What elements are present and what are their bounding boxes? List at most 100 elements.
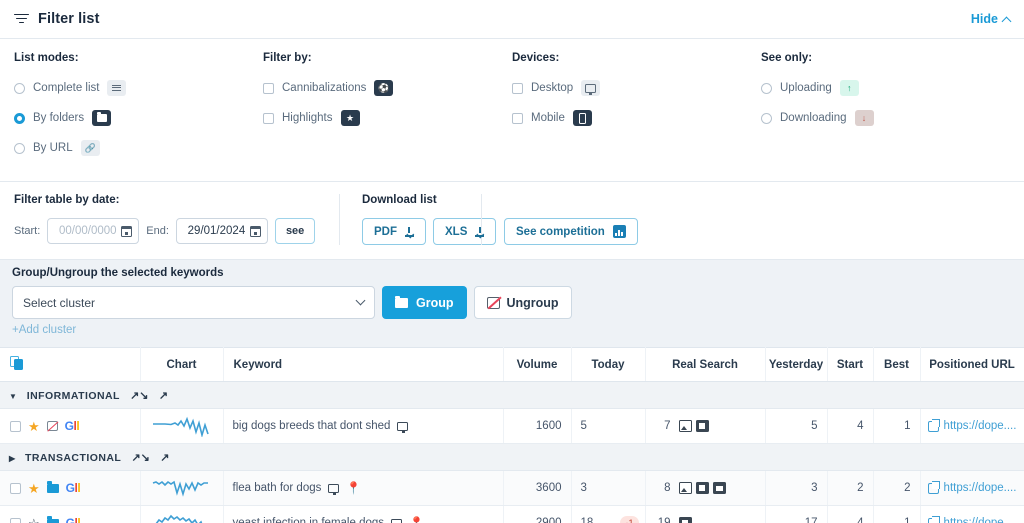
list-modes-column: List modes: Complete list By folders By …	[14, 52, 263, 165]
row-volume: 2900	[503, 505, 572, 523]
radio-uploading[interactable]	[761, 82, 772, 94]
see-button[interactable]: see	[274, 218, 316, 244]
label-uploading: Uploading	[780, 82, 832, 94]
radio-by-folders[interactable]	[14, 112, 25, 124]
header-best[interactable]: Best	[873, 347, 921, 382]
option-by-folders[interactable]: By folders	[14, 105, 263, 131]
devices-column: Devices: Desktop Mobile	[512, 52, 761, 165]
row-keyword-cell[interactable]: yeast infection in female dogs 📍	[223, 505, 504, 523]
checkbox-cannibalizations[interactable]	[263, 82, 274, 94]
star-icon[interactable]: ★	[28, 482, 40, 495]
table-row[interactable]: ☆ Gll yeast infection in female dogs 📍 2…	[0, 505, 1024, 523]
header-today[interactable]: Today	[571, 347, 646, 382]
option-mobile[interactable]: Mobile	[512, 105, 761, 131]
header-real-search[interactable]: Real Search	[645, 347, 766, 382]
add-cluster-link[interactable]: +Add cluster	[12, 324, 76, 336]
checkbox-highlights[interactable]	[263, 112, 274, 124]
trend-up-icon[interactable]: ↗	[160, 452, 169, 464]
option-uploading[interactable]: Uploading ↑	[761, 75, 1010, 101]
row-keyword-cell[interactable]: flea bath for dogs 📍	[223, 470, 504, 506]
serp-shopping-icon	[712, 482, 726, 494]
filter-list-page: Filter list Hide List modes: Complete li…	[0, 0, 1024, 523]
header-start[interactable]: Start	[827, 347, 874, 382]
row-checkbox[interactable]	[10, 517, 21, 523]
end-date-input[interactable]: 29/01/2024	[175, 218, 268, 244]
start-date-input[interactable]: 00/00/0000	[47, 218, 140, 244]
row-url-cell[interactable]: https://dope....	[920, 408, 1024, 444]
row-flags-cell: ☆ Gll	[0, 505, 141, 523]
option-highlights[interactable]: Highlights ★	[263, 105, 512, 131]
trend-mixed-icon[interactable]: ↗↘	[131, 452, 149, 464]
ungroup-icon[interactable]	[46, 421, 58, 431]
header-keyword[interactable]: Keyword	[223, 347, 504, 382]
phone-icon	[572, 110, 592, 126]
option-complete-list[interactable]: Complete list	[14, 75, 263, 101]
calendar-icon[interactable]	[121, 225, 133, 237]
ungroup-button[interactable]: Ungroup	[473, 286, 572, 319]
filter-by-column: Filter by: Cannibalizations ⚽ Highlights…	[263, 52, 512, 165]
folder-icon[interactable]	[46, 481, 59, 493]
hide-panel-button[interactable]: Hide	[971, 12, 1012, 26]
row-chart-cell[interactable]	[140, 470, 224, 506]
trend-mixed-icon[interactable]: ↗↘	[130, 390, 148, 402]
cluster-select[interactable]: Select cluster	[12, 286, 375, 319]
row-chart-cell[interactable]	[140, 408, 224, 444]
xls-label: XLS	[445, 225, 468, 238]
group-header-cell[interactable]: ▼ INFORMATIONAL ↗↘ ↗	[0, 381, 1024, 409]
sparkline-chart	[152, 416, 209, 437]
download-pdf-button[interactable]: PDF	[362, 218, 426, 245]
star-outline-icon[interactable]: ☆	[28, 517, 40, 523]
positioned-url-link[interactable]: https://dope....	[944, 517, 1017, 523]
star-icon[interactable]: ★	[28, 420, 40, 433]
header-chart[interactable]: Chart	[140, 347, 224, 382]
date-filter-section: Filter table by date: Start: 00/00/0000 …	[14, 194, 339, 245]
option-cannibalizations[interactable]: Cannibalizations ⚽	[263, 75, 512, 101]
row-keyword-cell[interactable]: big dogs breeds that dont shed	[223, 408, 504, 444]
filter-panel: Filter list Hide List modes: Complete li…	[0, 0, 1024, 260]
header-yesterday[interactable]: Yesterday	[765, 347, 828, 382]
positioned-url-link[interactable]: https://dope....	[944, 482, 1017, 494]
row-checkbox[interactable]	[10, 482, 21, 494]
row-volume: 1600	[503, 408, 572, 444]
radio-complete-list[interactable]	[14, 82, 25, 94]
chevron-up-icon	[1001, 16, 1012, 26]
row-best: 1	[873, 408, 921, 444]
checkbox-mobile[interactable]	[512, 112, 523, 124]
location-pin-icon: 📍	[346, 481, 362, 495]
header-select[interactable]	[0, 347, 141, 382]
header-positioned-url[interactable]: Positioned URL	[920, 347, 1024, 382]
row-chart-cell[interactable]	[140, 505, 224, 523]
row-flags-cell: ★ Gll	[0, 408, 141, 444]
positioned-url-link[interactable]: https://dope....	[944, 420, 1017, 432]
option-by-url[interactable]: By URL 🔗	[14, 135, 263, 161]
group-header-row[interactable]: ▼ INFORMATIONAL ↗↘ ↗	[0, 381, 1024, 409]
date-filter-heading: Filter table by date:	[14, 194, 120, 206]
folder-icon[interactable]	[46, 516, 59, 523]
trend-up-icon[interactable]: ↗	[159, 390, 168, 402]
radio-by-url[interactable]	[14, 142, 25, 154]
option-desktop[interactable]: Desktop	[512, 75, 761, 101]
row-today: 5	[571, 408, 646, 444]
row-best: 1	[873, 505, 921, 523]
chevron-down-icon	[355, 295, 366, 306]
option-downloading[interactable]: Downloading ↓	[761, 105, 1010, 131]
row-checkbox[interactable]	[10, 420, 21, 432]
monitor-icon	[328, 483, 340, 495]
group-button[interactable]: Group	[382, 286, 467, 319]
row-today-cell: 18 -1	[571, 505, 646, 523]
table-row[interactable]: ★ Gll flea bath for dogs 📍 3600 3 8 3 2 …	[0, 470, 1024, 506]
copy-icon[interactable]	[10, 355, 23, 371]
row-url-cell[interactable]: https://dope....	[920, 505, 1024, 523]
header-volume[interactable]: Volume	[503, 347, 572, 382]
table-header-row: Chart Keyword Volume Today Real Search Y…	[0, 347, 1024, 382]
see-competition-button[interactable]: See competition	[504, 218, 638, 245]
checkbox-desktop[interactable]	[512, 82, 523, 94]
group-header-row[interactable]: ▶ TRANSACTIONAL ↗↘ ↗	[0, 443, 1024, 471]
calendar-icon[interactable]	[249, 225, 261, 237]
table-row[interactable]: ★ Gll big dogs breeds that dont shed 160…	[0, 408, 1024, 444]
row-url-cell[interactable]: https://dope....	[920, 470, 1024, 506]
group-header-cell[interactable]: ▶ TRANSACTIONAL ↗↘ ↗	[0, 443, 1024, 471]
filter-icon	[14, 13, 29, 26]
radio-downloading[interactable]	[761, 112, 772, 124]
row-yesterday: 3	[765, 470, 828, 506]
